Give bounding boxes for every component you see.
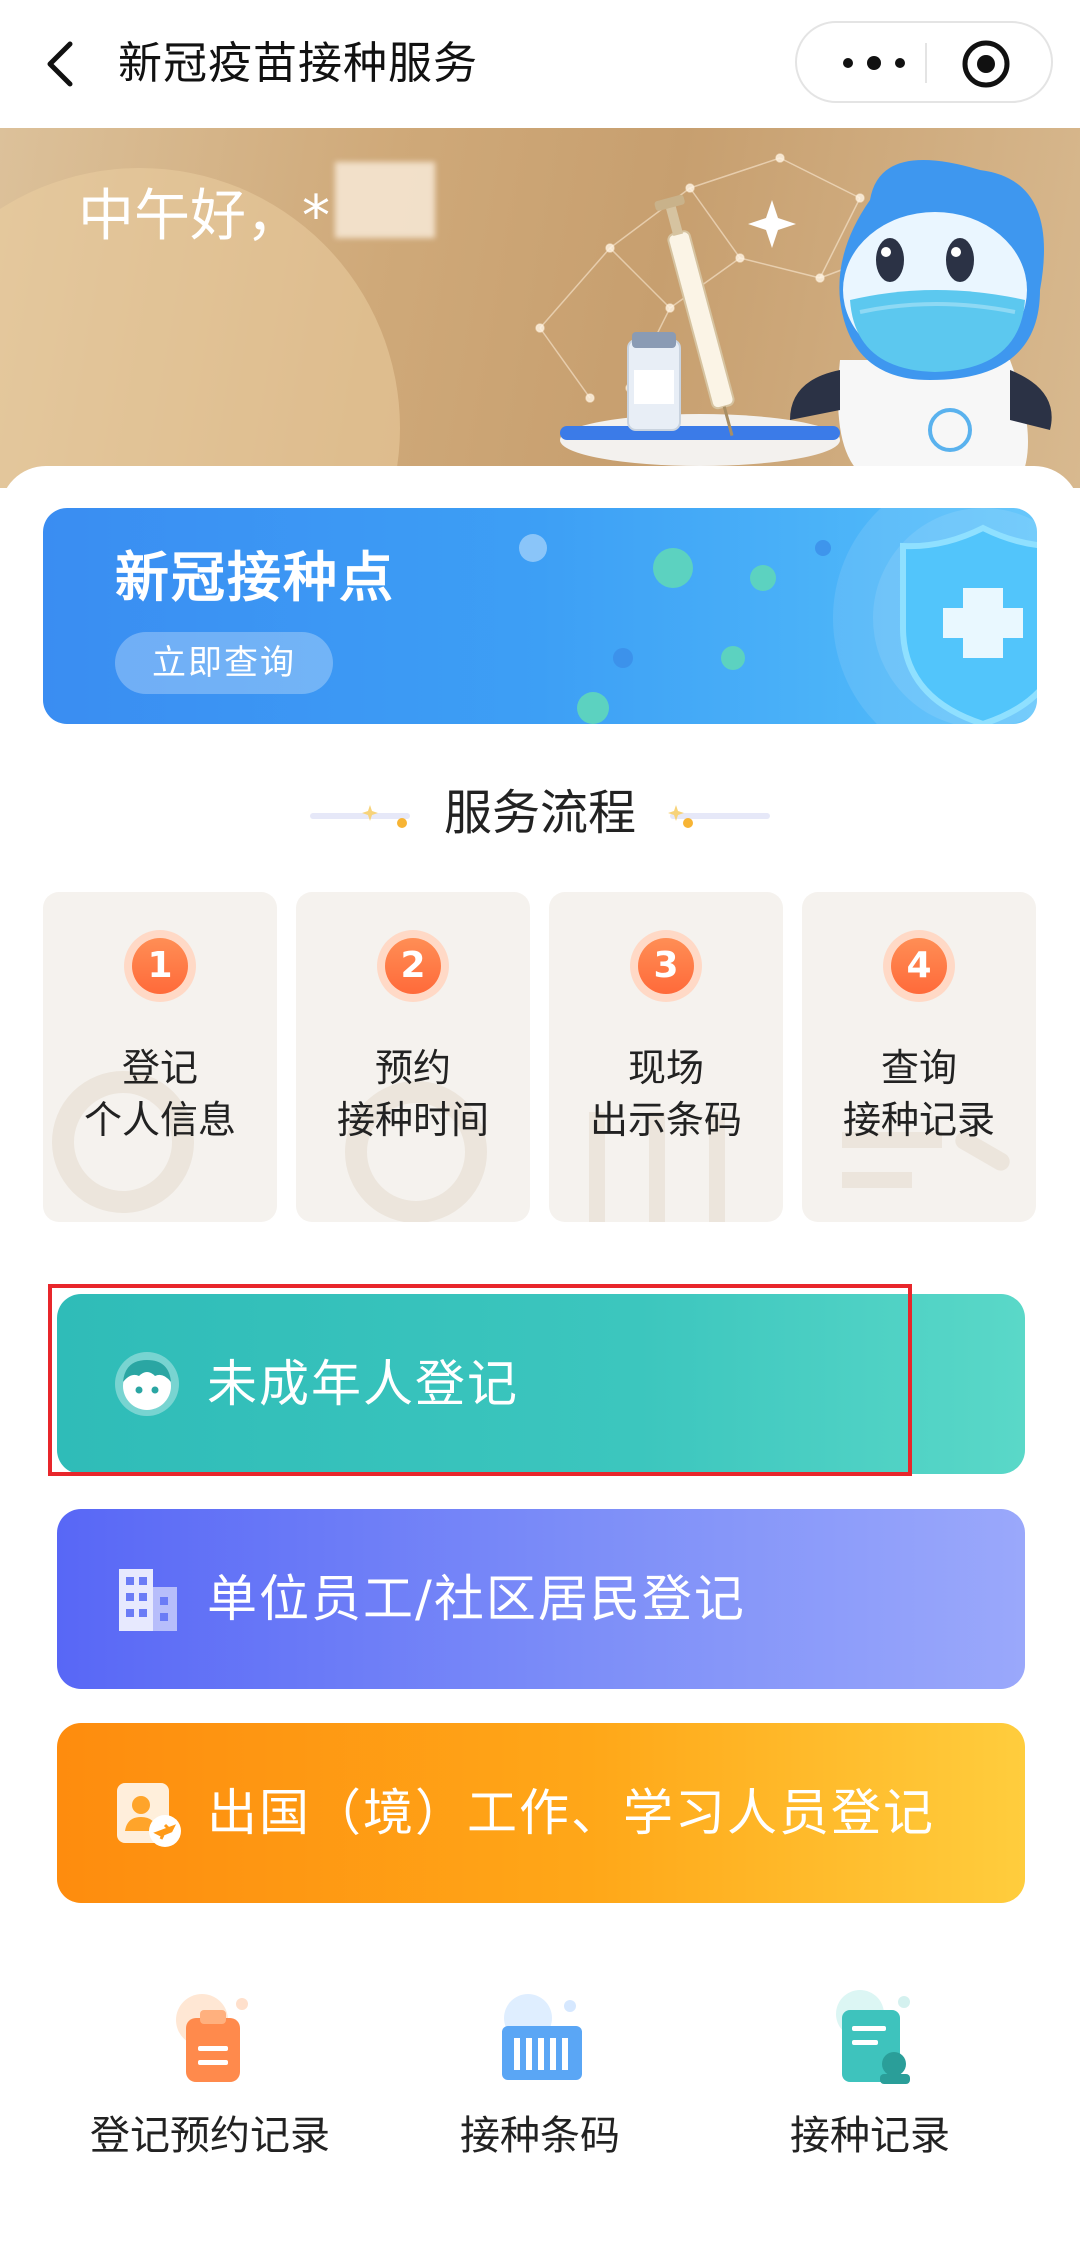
barcode-icon [502,1994,582,2080]
close-target-icon[interactable] [961,39,1011,89]
back-arrow-icon[interactable] [34,30,86,98]
mini-program-capsule [795,21,1053,103]
mascot-illustration-icon [560,160,1052,480]
step-badge: 2 [377,930,449,1002]
step-number: 3 [638,938,694,994]
step-badge: 1 [124,930,196,1002]
greeting-text: 中午好，* [78,184,330,249]
step-title: 现场 [627,1046,704,1090]
abroad-registration-label: 出国（境）工作、学习人员登记 [207,1784,935,1842]
navigation-bar: 新冠疫苗接种服务 [0,0,1080,128]
heading-decor-right-icon [668,805,770,828]
abroad-registration-button[interactable]: 出国（境）工作、学习人员登记 [57,1723,1025,1903]
shortcut-vaccination-records[interactable]: 接种记录 [710,1990,1030,2190]
shortcut-label: 接种记录 [790,2113,950,2159]
step-card-show-barcode: 3 现场 出示条码 [549,892,783,1222]
step-card-register: 1 登记 个人信息 [43,892,277,1222]
record-icon [836,1990,910,2084]
step-number: 4 [891,938,947,994]
step-card-query-record: 4 查询 接种记录 [802,892,1036,1222]
clipboard-icon [176,1994,248,2082]
step-badge: 4 [883,930,955,1002]
step-number: 2 [385,938,441,994]
unit-resident-registration-button[interactable]: 单位员工/社区居民登记 [57,1509,1025,1689]
vaccination-site-banner[interactable]: 新冠接种点 立即查询 [43,508,1037,724]
passport-plane-icon [117,1783,181,1847]
unit-resident-registration-label: 单位员工/社区居民登记 [207,1570,746,1628]
more-dots-icon[interactable] [831,41,917,85]
shortcut-label: 登记预约记录 [90,2113,330,2159]
shortcut-registration-records[interactable]: 登记预约记录 [50,1990,370,2190]
step-badge: 3 [630,930,702,1002]
step-number: 1 [132,938,188,994]
step-card-appointment: 2 预约 接种时间 [296,892,530,1222]
page-title: 新冠疫苗接种服务 [118,38,478,89]
building-icon [119,1569,177,1631]
service-process-heading: 服务流程 [443,785,636,841]
highlight-annotation [48,1284,912,1476]
step-title: 登记 [121,1046,198,1090]
step-subtitle: 接种时间 [336,1098,489,1142]
step-subtitle: 个人信息 [83,1098,236,1142]
process-steps: 1 登记 个人信息 2 预约 接种时间 3 现场 出示条码 4 查询 接种记录 [43,892,1037,1222]
shortcut-vaccination-barcode[interactable]: 接种条码 [380,1990,700,2190]
name-mask [335,162,435,238]
site-banner-title: 新冠接种点 [115,546,395,609]
shortcut-label: 接种条码 [460,2113,620,2159]
step-subtitle: 接种记录 [842,1098,995,1142]
step-subtitle: 出示条码 [589,1098,742,1142]
step-title: 查询 [880,1046,957,1090]
capsule-divider [925,43,927,83]
shield-virus-illustration-icon [519,508,1037,724]
query-now-button[interactable]: 立即查询 [115,632,333,694]
step-title: 预约 [374,1046,451,1090]
